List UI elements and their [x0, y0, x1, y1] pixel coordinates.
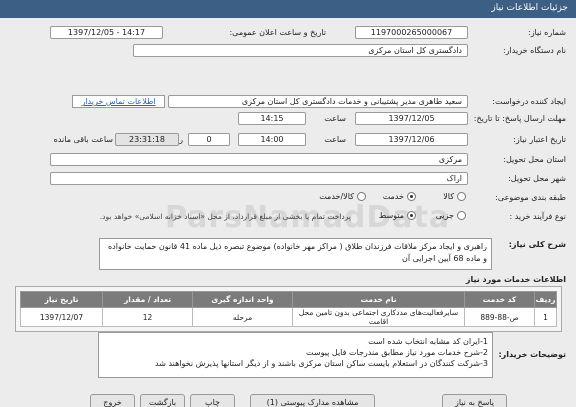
category-radio-service[interactable]: خدمت	[383, 192, 416, 201]
buyer-desc-line: 1-ایران کد مشابه انتخاب شده است	[368, 337, 488, 346]
summary-label: شرح کلی نیاز:	[508, 240, 566, 249]
reply-button[interactable]: پاسخ به نیاز	[442, 394, 507, 407]
buyer-org-label: نام دستگاه خریدار:	[503, 46, 566, 55]
announce-datetime-field: 1397/12/05 - 14:17	[50, 26, 163, 39]
validity-time-field: 14:00	[238, 133, 306, 146]
page-title: جزئیات اطلاعات نیاز	[491, 3, 568, 13]
buyer-org-field: دادگستری کل استان مرکزی	[133, 44, 468, 57]
cell-row-number: 1	[534, 307, 557, 327]
remaining-label: ساعت باقی مانده	[53, 135, 113, 144]
col-header-need-date: تاریخ نیاز	[20, 291, 103, 308]
process-type-label: نوع فرآیند خرید :	[509, 212, 566, 221]
category-label: طبقه بندی موضوعی:	[495, 193, 566, 202]
requester-field: سعید طاهری مدیر پشتیبانی و خدمات دادگستر…	[168, 95, 468, 108]
process-radio-medium[interactable]: متوسط	[379, 211, 416, 220]
category-radio-goods[interactable]: کالا	[443, 192, 466, 201]
reply-date-field: 1397/12/05	[355, 112, 468, 125]
cell-quantity: 12	[102, 307, 193, 327]
delivery-province-label: استان محل تحویل:	[503, 155, 566, 164]
remaining-days-field: 0	[188, 133, 230, 146]
radio-selected-icon	[407, 211, 416, 220]
table-row: 1 ص-88-889 سایرفعالیت‌های مددکاری اجتماع…	[20, 307, 557, 327]
validity-deadline-label: تاریخ اعتبار نیاز:	[513, 135, 566, 144]
back-button[interactable]: بازگشت	[140, 394, 185, 407]
col-header-unit: واحد اندازه گیری	[192, 291, 293, 308]
cell-need-date: 1397/12/07	[20, 307, 103, 327]
buyer-desc-label: توضیحات خریدار:	[498, 350, 566, 359]
cell-unit: مرحله	[192, 307, 293, 327]
services-table-container: ردیف کد خدمت نام خدمت واحد اندازه گیری ت…	[15, 286, 562, 332]
need-number-label: شماره نیاز:	[528, 28, 566, 37]
col-header-service-code: کد خدمت	[464, 291, 535, 308]
print-button[interactable]: چاپ	[190, 394, 235, 407]
cell-service-code: ص-88-889	[464, 307, 535, 327]
validity-date-field: 1397/12/06	[355, 133, 468, 146]
buyer-desc-line: 3-شرکت کنندگان در استعلام بایست ساکن است…	[155, 359, 488, 368]
col-header-row-number: ردیف	[534, 291, 557, 308]
remaining-time-field: 23:31:18	[115, 133, 179, 146]
radio-circle-icon	[357, 192, 366, 201]
services-section-title: اطلاعات خدمات مورد نیاز	[465, 275, 566, 284]
announce-datetime-label: تاریخ و ساعت اعلان عمومی:	[229, 28, 326, 37]
requester-label: ایجاد کننده درخواست:	[492, 97, 566, 106]
delivery-city-label: شهر محل تحویل:	[508, 174, 566, 183]
table-header-row: ردیف کد خدمت نام خدمت واحد اندازه گیری ت…	[20, 291, 557, 308]
delivery-city-field: اراک	[50, 172, 468, 185]
buyer-desc-line: 2-شرح خدمات مورد نیاز مطابق مندرجات فایل…	[306, 348, 488, 357]
radio-circle-icon	[457, 211, 466, 220]
reply-time-field: 14:15	[238, 112, 306, 125]
cell-service-name: سایرفعالیت‌های مددکاری اجتماعی بدون تامی…	[292, 307, 465, 327]
reply-hour-label: ساعت	[324, 114, 346, 123]
process-note: پرداخت تمام یا بخشی از مبلغ قرارداد، از …	[99, 212, 351, 221]
col-header-quantity: تعداد / مقدار	[102, 291, 193, 308]
services-table: ردیف کد خدمت نام خدمت واحد اندازه گیری ت…	[20, 291, 557, 327]
page-header: جزئیات اطلاعات نیاز	[0, 0, 576, 18]
radio-selected-icon	[407, 192, 416, 201]
category-radio-goods-service[interactable]: کالا/خدمت	[319, 192, 366, 201]
process-radio-minor[interactable]: جزیی	[436, 211, 466, 220]
col-header-service-name: نام خدمت	[292, 291, 465, 308]
summary-text: راهبری و ایجاد مرکز ملاقات فرزندان طلاق …	[99, 238, 492, 270]
exit-button[interactable]: خروج	[90, 394, 135, 407]
delivery-province-field: مرکزی	[50, 153, 468, 166]
buyer-desc-text: 1-ایران کد مشابه انتخاب شده است 2-شرح خد…	[98, 332, 493, 378]
attachments-button[interactable]: مشاهده مدارک پیوستی (1)	[250, 394, 375, 407]
reply-deadline-label: مهلت ارسال پاسخ: تا تاریخ:	[473, 114, 566, 123]
validity-hour-label: ساعت	[324, 135, 346, 144]
radio-circle-icon	[457, 192, 466, 201]
buyer-contact-link[interactable]: اطلاعات تماس خریدار	[72, 95, 165, 108]
need-number-field: 1197000265000067	[355, 26, 468, 39]
